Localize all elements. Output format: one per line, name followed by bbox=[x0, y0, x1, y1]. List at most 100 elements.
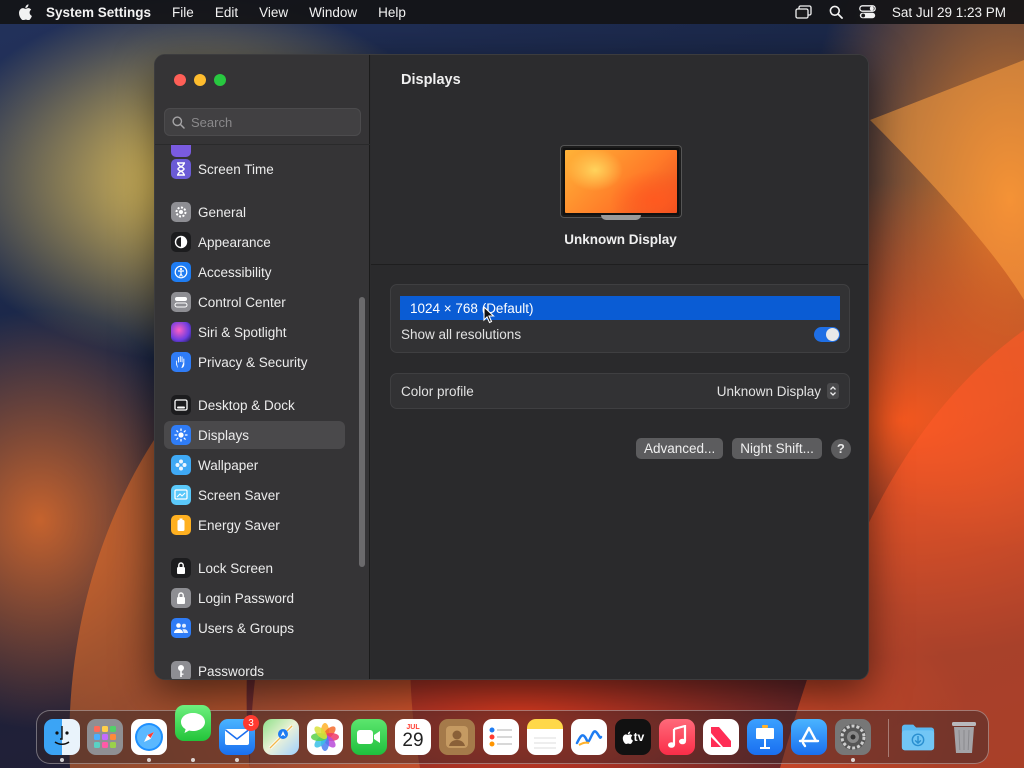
sidebar-item-control-center[interactable]: Control Center bbox=[164, 288, 345, 316]
display-thumbnail-screen bbox=[565, 150, 677, 213]
color-profile-select[interactable]: Unknown Display bbox=[717, 383, 839, 399]
sidebar-item-label: Screen Time bbox=[198, 161, 274, 177]
sidebar-item-wallpaper[interactable]: Wallpaper bbox=[164, 451, 345, 479]
control-center-icon bbox=[171, 292, 191, 312]
facetime-icon[interactable] bbox=[351, 719, 387, 755]
contacts-icon[interactable] bbox=[439, 719, 475, 755]
sidebar-item-label: Lock Screen bbox=[198, 560, 274, 576]
reminders-icon[interactable] bbox=[483, 719, 519, 755]
sidebar-item-siri-spotlight[interactable]: Siri & Spotlight bbox=[164, 318, 345, 346]
notes-icon[interactable] bbox=[527, 719, 563, 755]
sidebar-item-appearance[interactable]: Appearance bbox=[164, 228, 345, 256]
news-icon[interactable] bbox=[703, 719, 739, 755]
sidebar-item-screen-saver[interactable]: Screen Saver bbox=[164, 481, 345, 509]
key-icon bbox=[171, 661, 191, 679]
sidebar-item-label: Displays bbox=[198, 427, 250, 443]
mail-badge: 3 bbox=[243, 715, 259, 731]
show-all-resolutions-toggle[interactable] bbox=[814, 327, 840, 342]
sidebar-item-label: Passwords bbox=[198, 663, 265, 679]
menu-help[interactable]: Help bbox=[378, 5, 406, 20]
sidebar-item-label: Screen Saver bbox=[198, 487, 280, 503]
mail-icon[interactable]: 3 bbox=[219, 715, 259, 755]
accessibility-icon bbox=[171, 262, 191, 282]
sidebar-item-label: Users & Groups bbox=[198, 620, 295, 636]
apple-menu-icon[interactable] bbox=[18, 4, 32, 20]
sidebar-item-label: Siri & Spotlight bbox=[198, 324, 287, 340]
sidebar-item-lock-screen[interactable]: Lock Screen bbox=[164, 554, 345, 582]
sidebar-search[interactable] bbox=[164, 108, 361, 136]
safari-icon[interactable] bbox=[131, 719, 167, 755]
menu-view[interactable]: View bbox=[259, 5, 288, 20]
sidebar-item-label: Accessibility bbox=[198, 264, 272, 280]
hand-icon bbox=[171, 352, 191, 372]
tv-label: tv bbox=[633, 730, 645, 744]
resolution-card: 1024 × 768 (Default) Show all resolution… bbox=[390, 284, 850, 353]
sidebar-item-passwords[interactable]: Passwords bbox=[164, 657, 345, 679]
menu-file[interactable]: File bbox=[172, 5, 194, 20]
sidebar-item-label: Desktop & Dock bbox=[198, 397, 295, 413]
screen-mirroring-icon[interactable] bbox=[795, 5, 813, 19]
messages-icon[interactable] bbox=[175, 705, 211, 741]
sidebar-item-login-password[interactable]: Login Password bbox=[164, 584, 345, 612]
sidebar-item-accessibility[interactable]: Accessibility bbox=[164, 258, 345, 286]
system-settings-icon[interactable] bbox=[835, 719, 871, 755]
advanced-button[interactable]: Advanced... bbox=[636, 438, 724, 459]
menu-app-name[interactable]: System Settings bbox=[46, 5, 151, 20]
launchpad-icon[interactable] bbox=[87, 719, 123, 755]
appearance-icon bbox=[171, 232, 191, 252]
hourglass-icon bbox=[171, 159, 191, 179]
close-button[interactable] bbox=[174, 74, 186, 86]
page-title: Displays bbox=[401, 72, 461, 88]
downloads-folder-icon[interactable] bbox=[900, 719, 936, 755]
night-shift-button[interactable]: Night Shift... bbox=[732, 438, 822, 459]
trash-icon[interactable] bbox=[946, 719, 982, 755]
minimize-button[interactable] bbox=[194, 74, 206, 86]
calendar-icon[interactable]: JUL 29 bbox=[395, 719, 431, 755]
zoom-button[interactable] bbox=[214, 74, 226, 86]
sidebar-item-label: Login Password bbox=[198, 590, 295, 606]
help-button[interactable]: ? bbox=[830, 438, 851, 459]
finder-icon[interactable] bbox=[44, 719, 80, 755]
display-name: Unknown Display bbox=[564, 232, 677, 247]
sidebar-item-displays[interactable]: Displays bbox=[164, 421, 345, 449]
display-thumbnail[interactable] bbox=[561, 146, 681, 217]
menu-clock[interactable]: Sat Jul 29 1:23 PM bbox=[892, 5, 1006, 20]
photos-icon[interactable] bbox=[307, 719, 343, 755]
sidebar-item-label: Privacy & Security bbox=[198, 354, 308, 370]
sidebar-item-label: Wallpaper bbox=[198, 457, 259, 473]
screen-saver-icon bbox=[171, 485, 191, 505]
sidebar: Screen Time General Appearance Accessibi… bbox=[155, 55, 370, 679]
search-input[interactable] bbox=[191, 114, 341, 130]
sidebar-item-energy-saver[interactable]: Energy Saver bbox=[164, 511, 345, 539]
chevron-up-down-icon bbox=[827, 383, 839, 399]
sidebar-item-users-groups[interactable]: Users & Groups bbox=[164, 614, 345, 642]
resolution-option-selected[interactable]: 1024 × 768 (Default) bbox=[400, 296, 840, 320]
sidebar-list: Screen Time General Appearance Accessibi… bbox=[155, 145, 370, 679]
spotlight-search-icon[interactable] bbox=[829, 5, 843, 19]
system-settings-window: Screen Time General Appearance Accessibi… bbox=[154, 54, 869, 680]
siri-icon bbox=[171, 322, 191, 342]
sidebar-item-privacy-security[interactable]: Privacy & Security bbox=[164, 348, 345, 376]
battery-icon bbox=[171, 515, 191, 535]
keynote-icon[interactable] bbox=[747, 719, 783, 755]
freeform-icon[interactable] bbox=[571, 719, 607, 755]
music-icon[interactable] bbox=[659, 719, 695, 755]
sidebar-item-desktop-dock[interactable]: Desktop & Dock bbox=[164, 391, 345, 419]
display-thumbnail-stand bbox=[601, 215, 641, 220]
tv-icon[interactable]: tv bbox=[615, 719, 651, 755]
sidebar-item-label: Energy Saver bbox=[198, 517, 280, 533]
control-center-icon[interactable] bbox=[859, 5, 876, 19]
menu-edit[interactable]: Edit bbox=[215, 5, 238, 20]
dock-separator bbox=[888, 719, 889, 757]
sidebar-scrollbar[interactable] bbox=[359, 297, 365, 567]
menu-window[interactable]: Window bbox=[309, 5, 357, 20]
display-preview-area: Displays Unknown Display bbox=[371, 55, 868, 265]
sidebar-item-screen-time[interactable]: Screen Time bbox=[164, 155, 345, 183]
maps-icon[interactable] bbox=[263, 719, 299, 755]
mail-running-indicator bbox=[235, 758, 239, 762]
search-icon bbox=[172, 115, 185, 129]
gear-icon bbox=[171, 202, 191, 222]
users-icon bbox=[171, 618, 191, 638]
app-store-icon[interactable] bbox=[791, 719, 827, 755]
sidebar-item-general[interactable]: General bbox=[164, 198, 345, 226]
